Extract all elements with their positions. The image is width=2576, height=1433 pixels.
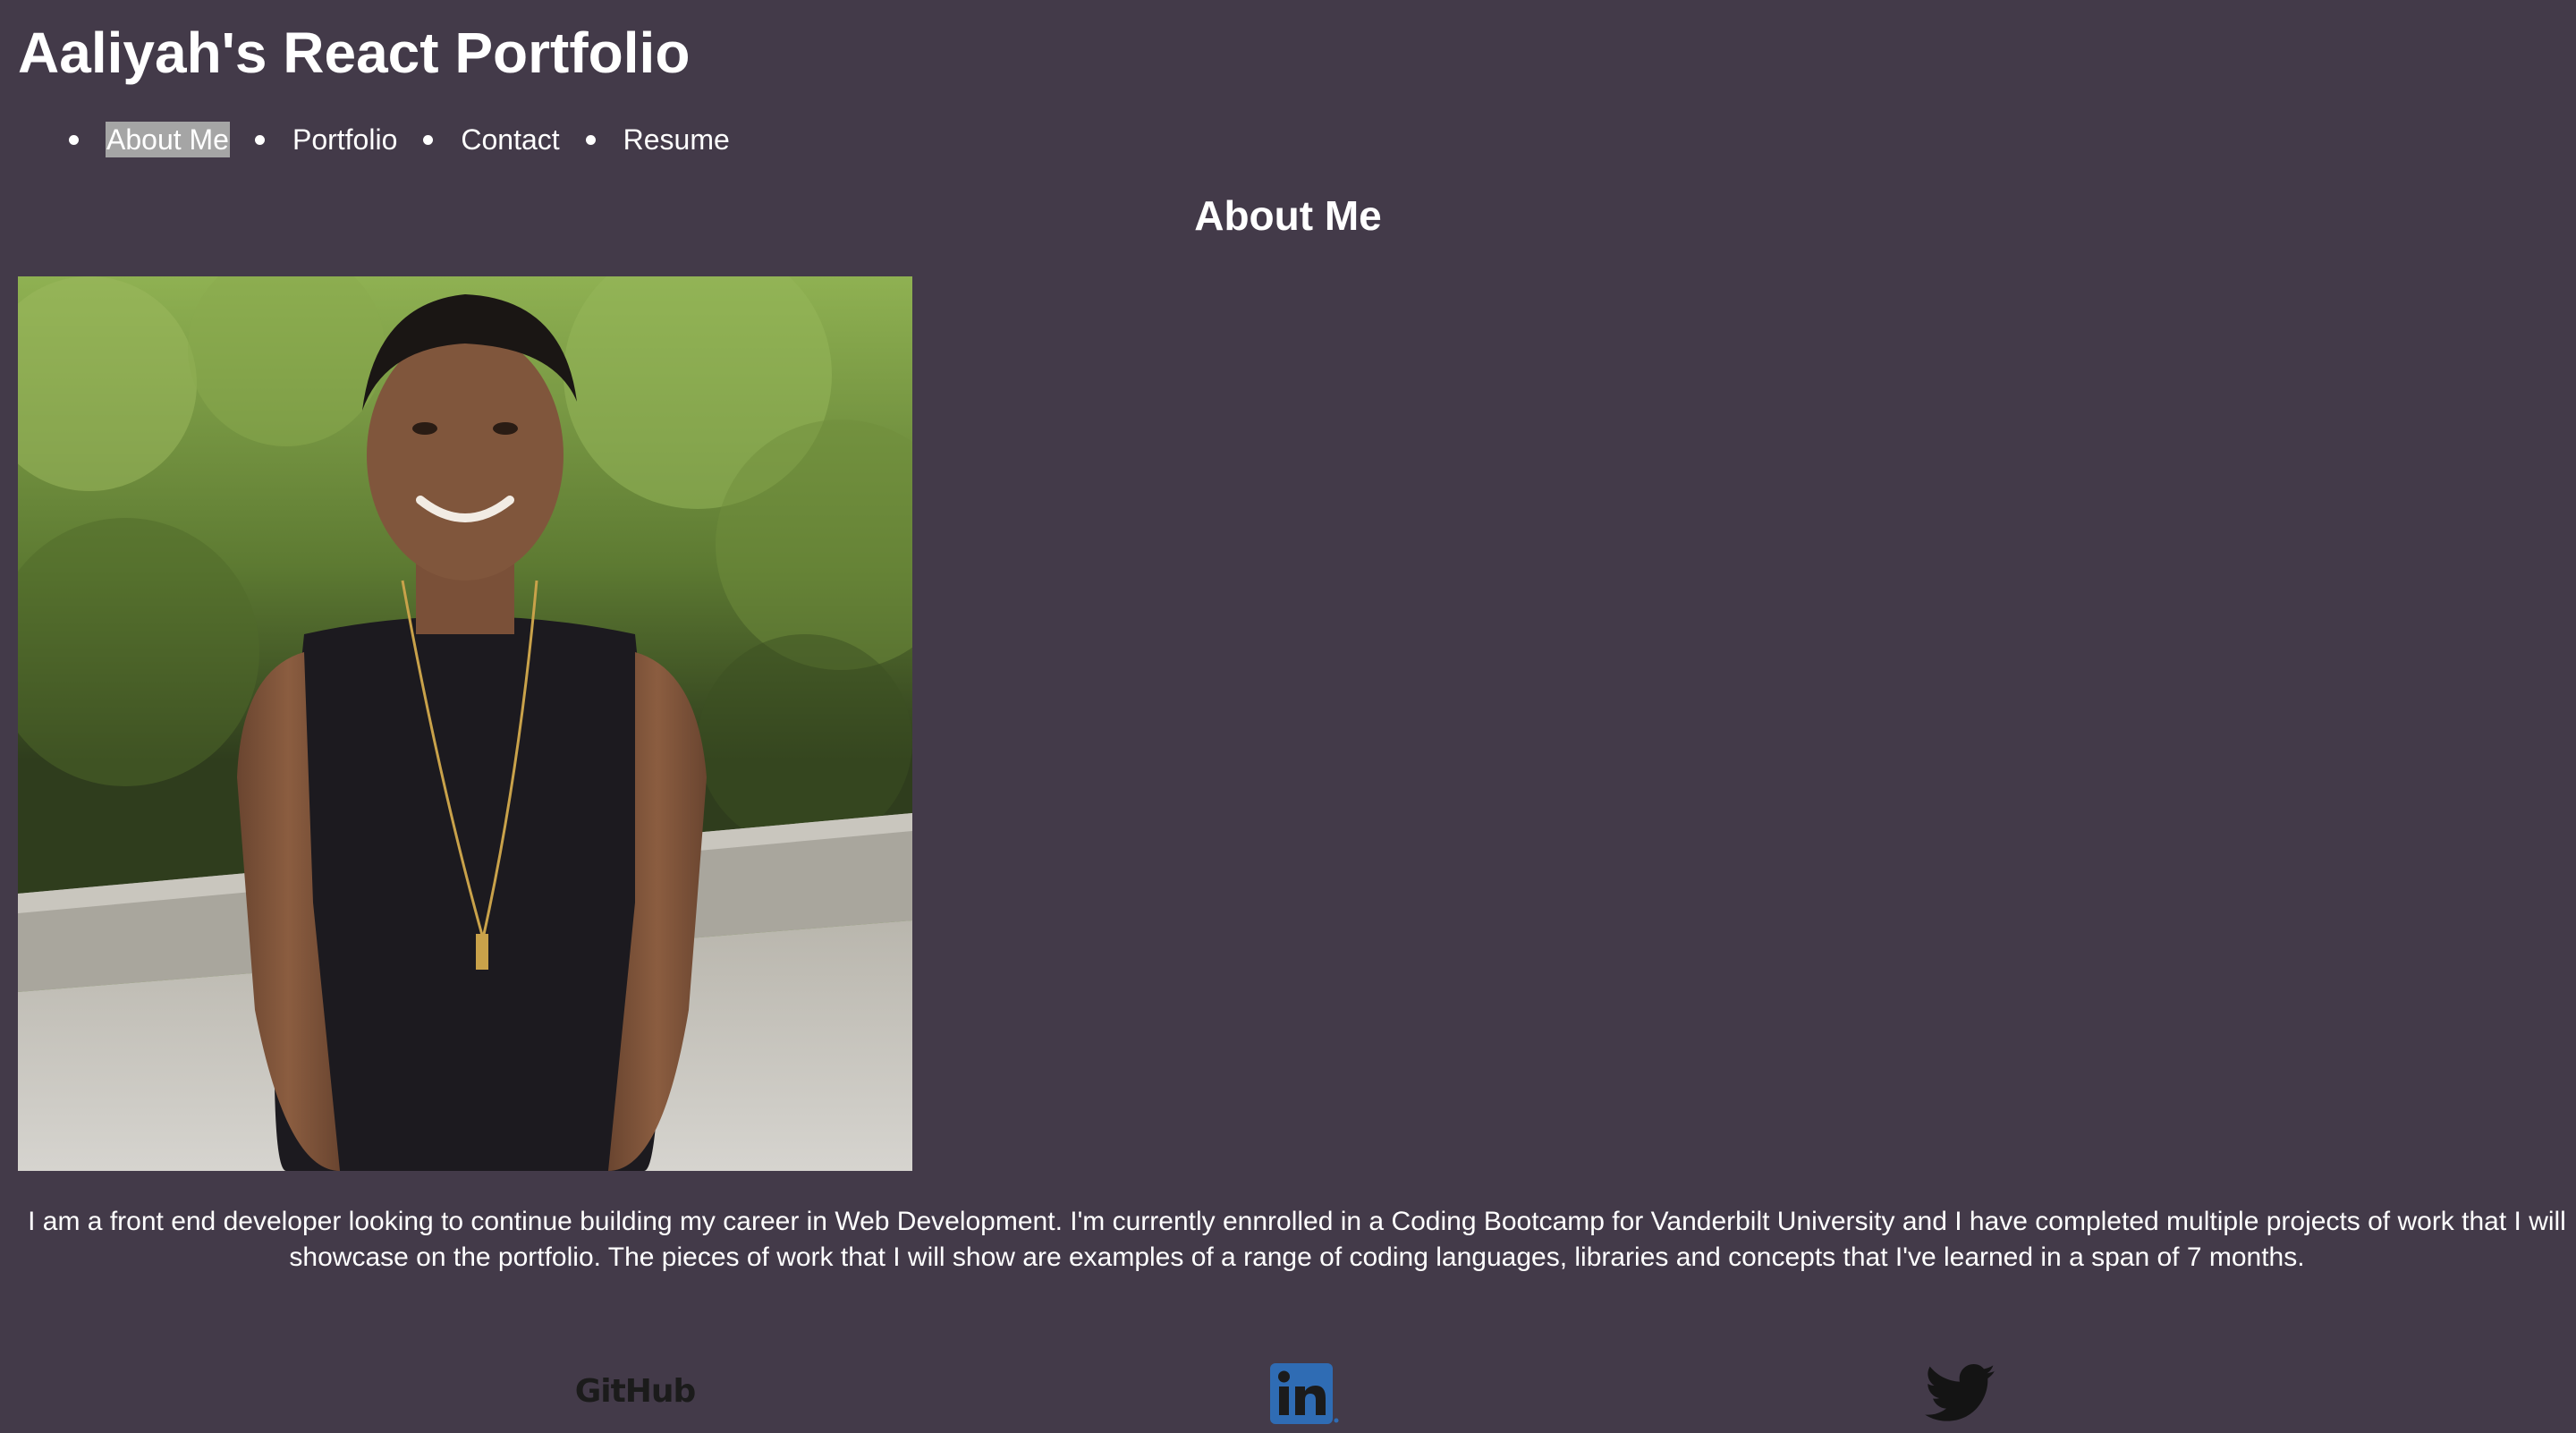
twitter-icon [1925,1363,1996,1429]
about-me-heading: About Me [1194,192,1382,239]
bullet-icon [423,134,434,145]
nav-link-portfolio[interactable]: Portfolio [292,122,398,157]
nav-item-resume: Resume [561,122,731,157]
linkedin-icon [1268,1361,1340,1430]
bullet-icon [585,134,596,145]
nav-item-portfolio: Portfolio [230,122,398,157]
bullet-icon [254,134,265,145]
bio-text: I am a front end developer looking to co… [28,1207,2566,1272]
github-link[interactable]: GitHub [572,1370,698,1412]
github-icon: GitHub [574,1372,697,1410]
nav-link-contact[interactable]: Contact [460,122,560,157]
nav-link-resume[interactable]: Resume [623,122,731,157]
profile-photo [18,276,912,1171]
nav-item-contact: Contact [398,122,560,157]
nav-item-about-me: About Me [0,122,230,157]
twitter-link[interactable] [1923,1360,1998,1431]
linkedin-link[interactable] [1267,1360,1342,1431]
social-links: GitHub [0,1351,2576,1431]
bullet-icon [69,134,79,145]
main-nav: About Me Portfolio Contact Resume [0,116,731,163]
nav-link-about-me[interactable]: About Me [106,122,230,157]
portfolio-page: Aaliyah's React Portfolio About Me Portf… [0,0,2576,1433]
site-title: Aaliyah's React Portfolio [18,21,691,85]
